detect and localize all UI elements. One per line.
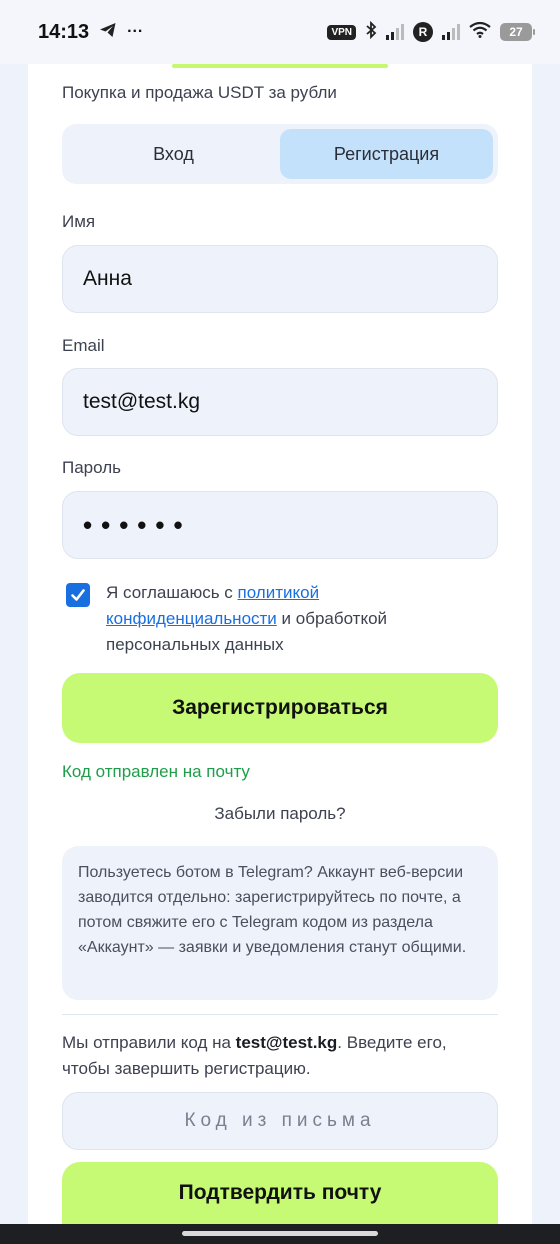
consent-row: Я соглашаюсь с политикой конфиденциально… xyxy=(66,580,486,658)
email-field[interactable]: test@test.kg xyxy=(62,368,498,436)
consent-checkbox[interactable] xyxy=(66,583,90,607)
tab-login[interactable]: Вход xyxy=(67,129,280,179)
wifi-icon xyxy=(469,21,491,43)
code-note-prefix: Мы отправили код на xyxy=(62,1033,236,1052)
status-right: VPN R 27 xyxy=(327,20,535,44)
accent-line xyxy=(172,64,388,68)
consent-prefix: Я соглашаюсь с xyxy=(106,583,238,602)
tab-register[interactable]: Регистрация xyxy=(280,129,493,179)
status-bar: 14:13 ··· VPN R 27 xyxy=(0,0,560,64)
system-nav-bar xyxy=(0,1224,560,1244)
email-label: Email xyxy=(62,336,105,355)
code-sent-message: Код отправлен на почту xyxy=(62,762,250,781)
divider xyxy=(62,1014,498,1015)
battery-icon: 27 xyxy=(500,23,535,41)
forgot-password-link[interactable]: Забыли пароль? xyxy=(28,804,532,824)
r-badge-icon: R xyxy=(413,22,433,42)
password-label: Пароль xyxy=(62,458,121,477)
cellular-signal-icon xyxy=(386,24,404,40)
vpn-badge: VPN xyxy=(327,24,356,40)
confirm-email-button[interactable]: Подтвердить почту xyxy=(62,1162,498,1224)
code-sent-note: Мы отправили код на test@test.kg. Введит… xyxy=(62,1030,498,1082)
telegram-info-box: Пользуетесь ботом в Telegram? Аккаунт ве… xyxy=(62,846,498,1000)
password-field[interactable]: •••••• xyxy=(62,491,498,559)
page-subtitle: Покупка и продажа USDT за рубли xyxy=(62,83,337,102)
bluetooth-icon xyxy=(365,20,377,44)
more-notifications-icon: ··· xyxy=(127,23,144,40)
status-left: 14:13 ··· xyxy=(38,21,143,44)
auth-card: Покупка и продажа USDT за рубли Вход Рег… xyxy=(28,64,532,1224)
name-field[interactable]: Анна xyxy=(62,245,498,313)
check-icon xyxy=(71,589,85,601)
code-note-email: test@test.kg xyxy=(235,1033,338,1052)
cellular-signal-2-icon xyxy=(442,24,460,40)
register-button[interactable]: Зарегистрироваться xyxy=(62,673,498,743)
verification-code-field[interactable] xyxy=(62,1092,498,1150)
home-gesture-handle[interactable] xyxy=(182,1231,378,1236)
telegram-send-icon xyxy=(99,21,117,44)
consent-text: Я соглашаюсь с политикой конфиденциально… xyxy=(106,580,486,658)
auth-tabs: Вход Регистрация xyxy=(62,124,498,184)
name-label: Имя xyxy=(62,212,96,231)
verification-code-input[interactable] xyxy=(63,1110,497,1132)
clock: 14:13 xyxy=(38,20,90,43)
